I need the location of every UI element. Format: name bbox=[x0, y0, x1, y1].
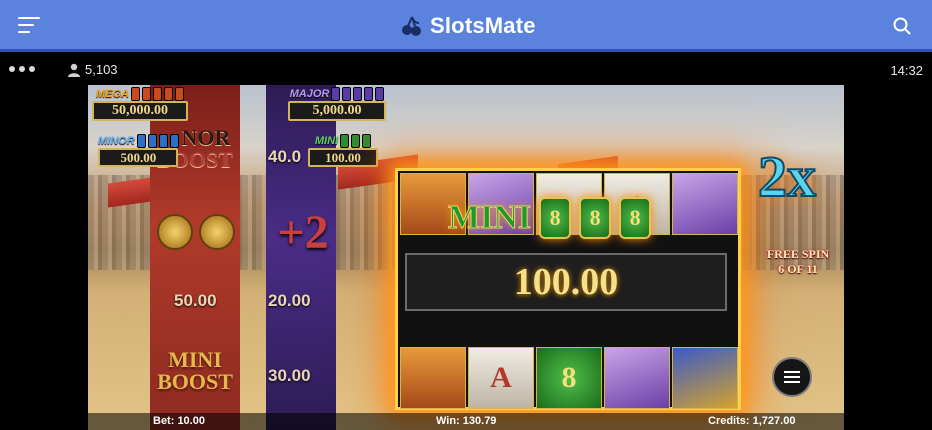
clock: 14:32 bbox=[890, 63, 923, 78]
jackpot-minor-amount: 500.00 bbox=[98, 148, 179, 167]
multiplier-label: 2x bbox=[757, 143, 817, 210]
jackpot-major-amount: 5,000.00 bbox=[288, 101, 386, 121]
brand-logo[interactable]: SlotsMate bbox=[400, 12, 536, 40]
chariot-symbol bbox=[672, 347, 738, 409]
info-bar: 5,103 14:32 bbox=[0, 55, 932, 85]
purple-column-value-mid: 20.00 bbox=[268, 291, 311, 310]
jackpot-mega-amount: 50,000.00 bbox=[92, 101, 188, 121]
mini-boost-label: MINI BOOST bbox=[150, 349, 240, 393]
jackpot-mini: MINI 100.00 bbox=[308, 134, 378, 167]
mini-cell: 8 bbox=[619, 197, 652, 239]
credits-value: Credits: 1,727.00 bbox=[708, 415, 796, 427]
colosseum-symbol bbox=[400, 347, 466, 409]
mini-boost-word-1: MINI bbox=[168, 347, 222, 372]
horse-symbol bbox=[672, 173, 738, 235]
gold-coin-icon bbox=[157, 214, 193, 250]
bet-value: Bet: 10.00 bbox=[153, 415, 205, 427]
purple-column-value-top: 40.0 bbox=[268, 147, 302, 166]
game-menu-button[interactable] bbox=[772, 357, 812, 397]
win-panel: 100.00 bbox=[405, 253, 727, 311]
game-status-bar: Bet: 10.00 Win: 130.79 Credits: 1,727.00 bbox=[88, 413, 844, 430]
top-nav-bar: SlotsMate bbox=[0, 0, 932, 52]
brand-name: SlotsMate bbox=[430, 13, 536, 38]
user-icon bbox=[68, 63, 80, 77]
more-options-icon[interactable] bbox=[9, 66, 35, 72]
mini-cell: 8 bbox=[539, 197, 572, 239]
mini-boost-word-2: BOOST bbox=[157, 369, 233, 394]
jackpot-mini-label: MINI bbox=[314, 135, 339, 147]
players-count: 5,103 bbox=[67, 62, 118, 77]
coin-symbol: 8 bbox=[536, 347, 602, 409]
horse-symbol bbox=[604, 347, 670, 409]
hamburger-menu-icon[interactable] bbox=[18, 17, 40, 35]
slot-game-canvas[interactable]: NOR BOOST 50.00 MINI BOOST 40.0 +2 20.00… bbox=[88, 85, 844, 430]
mini-word: MINI bbox=[447, 199, 532, 237]
gold-coin-icon bbox=[199, 214, 235, 250]
win-value: Win: 130.79 bbox=[436, 415, 497, 427]
cherry-icon bbox=[402, 16, 421, 36]
jackpot-minor-label: MINOR bbox=[98, 135, 135, 147]
red-column-value: 50.00 bbox=[174, 291, 217, 310]
jackpot-minor: MINOR 500.00 bbox=[98, 134, 179, 167]
purple-column-value-bottom: 30.00 bbox=[268, 366, 311, 385]
jackpot-mega: MEGA 50,000.00 bbox=[92, 87, 188, 121]
free-spin-count: 6 OF 11 bbox=[778, 262, 818, 276]
free-spin-title: FREE SPIN bbox=[766, 247, 830, 261]
win-amount: 100.00 bbox=[513, 261, 619, 303]
players-value: 5,103 bbox=[85, 62, 118, 77]
search-icon[interactable] bbox=[892, 16, 912, 36]
card-symbol-a: A bbox=[468, 347, 534, 409]
jackpot-mega-label: MEGA bbox=[96, 88, 129, 100]
jackpot-mini-amount: 100.00 bbox=[308, 148, 378, 167]
jackpot-major-label: MAJOR bbox=[289, 88, 330, 100]
free-spin-counter: FREE SPIN 6 OF 11 bbox=[756, 247, 840, 277]
plus-spins-label: +2 bbox=[277, 206, 329, 259]
mini-cell: 8 bbox=[579, 197, 612, 239]
jackpot-major: MAJOR 5,000.00 bbox=[288, 87, 386, 121]
mini-jackpot-banner: MINI 8 8 8 bbox=[447, 197, 652, 239]
